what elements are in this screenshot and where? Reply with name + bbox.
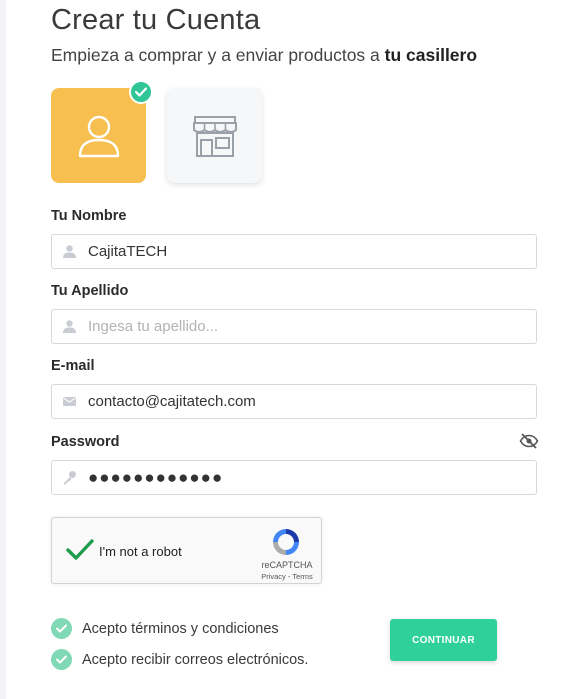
account-type-store-card[interactable]	[167, 88, 262, 183]
left-edge-strip	[0, 0, 6, 699]
password-input[interactable]	[88, 461, 518, 494]
accept-emails-checkbox[interactable]: Acepto recibir correos electrónicos.	[51, 649, 308, 670]
check-circle-icon	[51, 649, 72, 670]
person-icon	[78, 115, 119, 157]
store-icon	[192, 115, 237, 157]
apellido-input[interactable]	[88, 310, 518, 343]
user-icon	[63, 245, 76, 258]
password-field[interactable]	[51, 460, 537, 495]
selected-check-badge-icon	[129, 80, 153, 104]
recaptcha-logo-icon	[273, 529, 299, 555]
nombre-input[interactable]	[88, 235, 518, 268]
key-icon	[64, 471, 76, 485]
recaptcha-checkmark-icon[interactable]	[66, 538, 94, 562]
accept-emails-label: Acepto recibir correos electrónicos.	[82, 651, 309, 668]
page-subtitle: Empieza a comprar y a enviar productos a…	[51, 45, 477, 66]
eye-slash-icon[interactable]	[519, 433, 539, 449]
password-label: Password	[51, 434, 120, 450]
subtitle-bold: tu casillero	[384, 45, 478, 65]
accept-terms-checkbox[interactable]: Acepto términos y condiciones	[51, 618, 279, 639]
subtitle-text: Empieza a comprar y a enviar productos a	[51, 45, 385, 65]
envelope-icon	[63, 397, 76, 406]
user-icon	[63, 320, 76, 333]
account-type-person-card[interactable]	[51, 88, 146, 183]
email-input[interactable]	[88, 385, 518, 418]
email-label: E-mail	[51, 358, 95, 374]
apellido-field[interactable]	[51, 309, 537, 344]
recaptcha-privacy-terms-link[interactable]: Privacy - Terms	[255, 572, 319, 581]
recaptcha-brand: reCAPTCHA	[261, 560, 313, 570]
recaptcha-label: I'm not a robot	[99, 544, 182, 559]
nombre-label: Tu Nombre	[51, 208, 127, 224]
recaptcha-widget: I'm not a robot reCAPTCHA Privacy - Term…	[51, 517, 322, 584]
continue-button[interactable]: CONTINUAR	[390, 619, 497, 661]
email-field[interactable]	[51, 384, 537, 419]
nombre-field[interactable]	[51, 234, 537, 269]
page-title: Crear tu Cuenta	[51, 4, 261, 36]
check-circle-icon	[51, 618, 72, 639]
apellido-label: Tu Apellido	[51, 283, 129, 299]
accept-terms-label: Acepto términos y condiciones	[82, 620, 279, 637]
